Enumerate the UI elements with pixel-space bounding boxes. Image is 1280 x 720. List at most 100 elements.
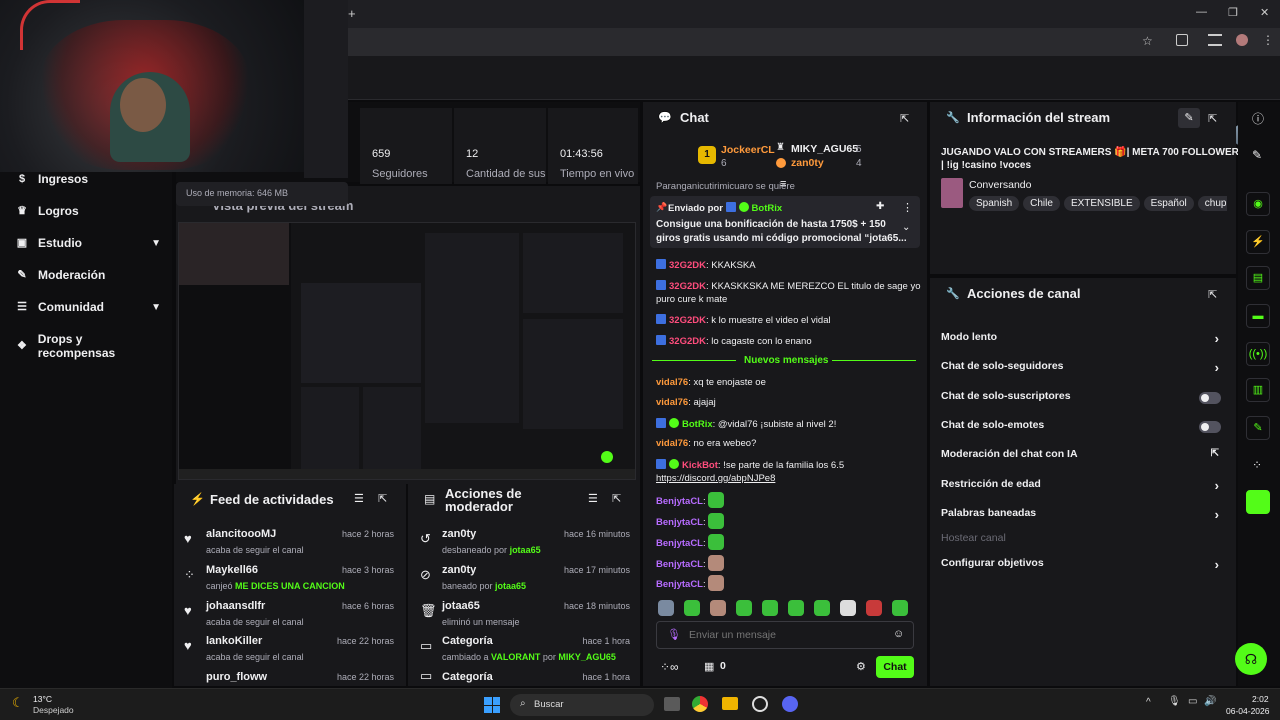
subscribers-only-toggle[interactable]: [1199, 392, 1221, 404]
popout-icon[interactable]: ⇱: [900, 112, 909, 125]
emote-icon[interactable]: [710, 600, 726, 616]
send-chat-button[interactable]: Chat: [876, 656, 914, 678]
leaderboard-user[interactable]: JockeerCL: [721, 144, 775, 156]
action-ai-moderation[interactable]: Moderación del chat con IA ⇱: [941, 448, 1223, 468]
chat-input[interactable]: [689, 627, 879, 643]
feed-item: puro_floww hace 22 horas: [206, 671, 394, 683]
emote-icon[interactable]: [684, 600, 700, 616]
windows-start-icon[interactable]: [484, 697, 500, 713]
discord-icon[interactable]: [782, 696, 798, 712]
filter-icon[interactable]: ☰: [354, 492, 364, 505]
headset-support-icon[interactable]: ☊: [1235, 643, 1267, 675]
action-goals[interactable]: Configurar objetivos ›: [941, 557, 1223, 577]
stat-followers: 659 Seguidores: [360, 108, 452, 184]
edit-icon[interactable]: ✎: [1178, 108, 1200, 128]
close-window-icon[interactable]: ✕: [1260, 6, 1269, 19]
emote-icon[interactable]: [814, 600, 830, 616]
tag[interactable]: EXTENSIBLE: [1063, 196, 1140, 211]
tag[interactable]: chupistr: [1197, 196, 1227, 211]
gear-icon[interactable]: ⚙: [856, 660, 866, 673]
document-icon[interactable]: ▤: [1246, 266, 1270, 290]
action-followers-only[interactable]: Chat de solo-seguidores ›: [941, 360, 1223, 380]
pinned-message[interactable]: 📌 Enviado por BotRix ✚ ⋮ Consigue una bo…: [650, 196, 920, 248]
app-icon[interactable]: [1246, 490, 1270, 514]
sidebar-item-logros[interactable]: ♛ Logros: [16, 204, 161, 218]
tag[interactable]: Español: [1143, 196, 1194, 211]
action-slow-mode[interactable]: Modo lento ›: [941, 331, 1223, 351]
chrome-icon[interactable]: [692, 696, 708, 712]
popout-icon[interactable]: ⇱: [378, 492, 387, 505]
pin-icon[interactable]: ✚: [876, 201, 884, 212]
stream-preview-video[interactable]: [178, 222, 636, 480]
tag[interactable]: Chile: [1023, 196, 1060, 211]
store-icon[interactable]: ▦: [704, 660, 714, 673]
emote-icon[interactable]: [788, 600, 804, 616]
sidebar-item-drops[interactable]: ❖ Drops y recompensas: [16, 332, 161, 360]
file-explorer-icon[interactable]: [722, 697, 738, 710]
chat-message: 32G2DK: KKASKKSKA ME MEREZCO EL titulo d…: [656, 280, 921, 292]
action-age-restriction[interactable]: Restricción de edad ›: [941, 478, 1223, 498]
camera-icon[interactable]: ◉: [1246, 192, 1270, 216]
emote-icon[interactable]: [840, 600, 856, 616]
popout-icon[interactable]: ⇱: [1208, 288, 1217, 301]
infinity-icon[interactable]: ⁘∞: [660, 660, 679, 674]
chevron-down-icon[interactable]: ⌄: [902, 222, 910, 233]
community-icon[interactable]: ⁘: [1252, 458, 1262, 472]
emote-icon[interactable]: [658, 600, 674, 616]
emotes-only-toggle[interactable]: [1199, 421, 1221, 433]
chat-input-box[interactable]: 🎙 ☺: [656, 621, 914, 649]
heart-icon: ♥: [184, 638, 192, 653]
chevron-up-icon[interactable]: ^: [1146, 697, 1151, 708]
tag-list: SpanishChileEXTENSIBLEEspañolchupistr: [969, 195, 1227, 211]
profile-icon[interactable]: [1236, 34, 1248, 46]
network-icon[interactable]: ▭: [1188, 696, 1197, 707]
new-tab-button[interactable]: +: [348, 6, 356, 21]
info-icon[interactable]: ⓘ: [1252, 110, 1264, 127]
sidebar-item-comunidad[interactable]: ☰ Comunidad ▼: [16, 300, 161, 314]
volume-icon[interactable]: 🔊: [1204, 696, 1216, 707]
popout-icon[interactable]: ⇱: [612, 492, 621, 505]
media-icon[interactable]: [1208, 34, 1222, 46]
leaderboard-count: 5: [856, 144, 862, 155]
stat-value: 01:43:56: [560, 148, 603, 160]
layout-icon[interactable]: ▥: [1246, 378, 1270, 402]
task-view-icon[interactable]: [664, 697, 680, 711]
tag[interactable]: Spanish: [969, 196, 1020, 211]
broadcast-icon[interactable]: ((•)): [1246, 342, 1270, 366]
points-count: 0: [720, 660, 726, 672]
chat-bubble-icon[interactable]: ▬: [1246, 304, 1270, 328]
sidebar-item-ingresos[interactable]: $ Ingresos: [16, 172, 161, 186]
chat-message: BenjytaCL:: [656, 513, 725, 529]
chat-message: vidal76: ajajaj: [656, 397, 716, 408]
pencil-icon[interactable]: ✎: [1252, 148, 1262, 162]
popout-icon[interactable]: ⇱: [1208, 112, 1217, 125]
emote-icon[interactable]: [736, 600, 752, 616]
sidebar-item-moderacion[interactable]: ✎ Moderación: [16, 268, 161, 282]
emote-icon[interactable]: [762, 600, 778, 616]
taskbar-search[interactable]: ⌕ Buscar: [510, 694, 654, 716]
microphone-icon[interactable]: 🎙: [1168, 696, 1181, 707]
filter-icon[interactable]: ☰: [588, 492, 598, 505]
emote-icon[interactable]: [866, 600, 882, 616]
extensions-icon[interactable]: [1176, 34, 1188, 46]
leaderboard-user[interactable]: MIKY_AGU65: [791, 143, 858, 155]
minimize-icon[interactable]: —: [1196, 6, 1207, 18]
emote-icon[interactable]: [892, 600, 908, 616]
app-icon[interactable]: [752, 696, 768, 712]
action-subscribers-only: Chat de solo-suscriptores: [941, 390, 1223, 410]
divider: [832, 360, 916, 361]
maximize-icon[interactable]: ❐: [1228, 6, 1238, 19]
chat-link[interactable]: https://discord.gg/abpNJPe8: [656, 473, 775, 484]
sidebar-item-estudio[interactable]: ▣ Estudio ▼: [16, 236, 161, 250]
bookmark-star-icon[interactable]: ☆: [1142, 34, 1153, 48]
wrench-icon[interactable]: ✎: [1246, 416, 1270, 440]
leaderboard-user[interactable]: zan0ty: [791, 157, 824, 169]
emoji-icon[interactable]: ☺: [893, 628, 904, 640]
chevron-down-icon: ▼: [151, 301, 161, 313]
more-options-icon[interactable]: ⋮: [902, 201, 913, 214]
microphone-icon[interactable]: 🎙: [667, 628, 681, 641]
action-banned-words[interactable]: Palabras baneadas ›: [941, 507, 1223, 527]
menu-dots-icon[interactable]: ⋮: [1262, 33, 1274, 47]
drag-handle-icon[interactable]: ≡: [780, 178, 786, 190]
lightning-icon[interactable]: ⚡: [1246, 230, 1270, 254]
